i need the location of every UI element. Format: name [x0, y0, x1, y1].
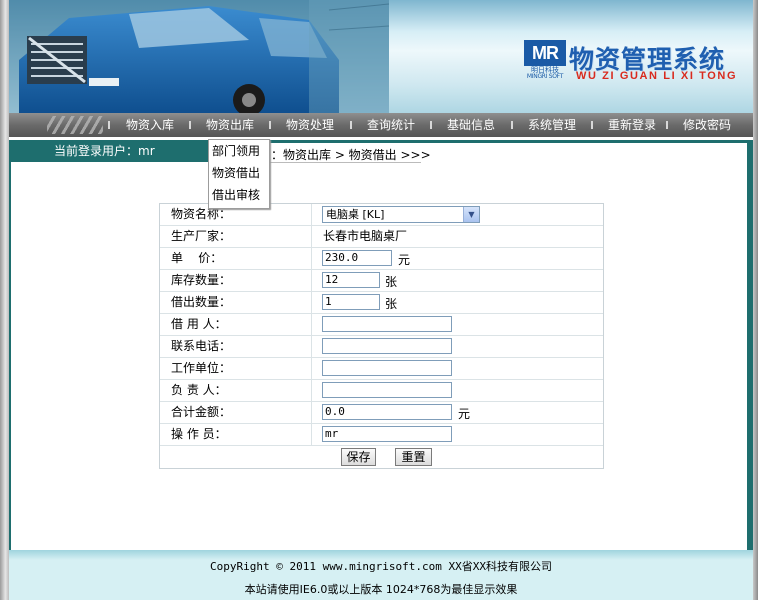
company-logo: MR 明日科技 MINGRI SOFT: [524, 40, 566, 80]
column-divider: [311, 424, 312, 445]
total-amount-field[interactable]: 0.0: [322, 404, 452, 420]
column-divider: [311, 314, 312, 335]
field-label: 操 作 员：: [171, 427, 227, 441]
nav-separator: [430, 121, 432, 129]
user-bar: 当前登录用户：mr 置：物资出库 > 物资借出 >>>: [9, 137, 753, 163]
field-label: 单 价：: [171, 251, 223, 265]
unit-label: 张: [385, 275, 398, 289]
logo-mark: MR: [524, 40, 566, 66]
form-row: 工作单位：: [160, 358, 603, 380]
nav-separator: [591, 121, 593, 129]
field-label: 合计金额：: [171, 405, 232, 419]
field-label: 借出数量：: [171, 295, 232, 309]
reset-button[interactable]: 重置: [395, 448, 432, 466]
nav-item-basic-info[interactable]: 基础信息: [447, 113, 495, 137]
nav-item-stock-out[interactable]: 物资出库: [206, 113, 254, 137]
nav-item-processing[interactable]: 物资处理: [286, 113, 334, 137]
menu-item-lend-out[interactable]: 物资借出: [209, 162, 269, 184]
operator-field[interactable]: mr: [322, 426, 452, 442]
teal-divider: [233, 140, 753, 143]
truck-image: [9, 0, 389, 113]
copyright-text: CopyRight © 2011 www.mingrisoft.com XX省X…: [210, 560, 552, 573]
unit-label: 元: [458, 407, 471, 421]
right-frame-border: [753, 0, 758, 600]
column-divider: [311, 292, 312, 313]
column-divider: [311, 226, 312, 247]
field-label: 工作单位：: [171, 361, 232, 375]
nav-separator: [666, 121, 668, 129]
content-left-border: [9, 162, 11, 550]
manufacturer-value: 长春市电脑桌厂: [323, 229, 408, 243]
content-right-border: [747, 140, 753, 550]
nav-item-change-password[interactable]: 修改密码: [683, 113, 731, 137]
menu-item-lend-review[interactable]: 借出审核: [209, 184, 269, 206]
column-divider: [311, 248, 312, 269]
work-unit-field[interactable]: [322, 360, 452, 376]
form-row: 库存数量： 12 张: [160, 270, 603, 292]
footer: CopyRight © 2011 www.mingrisoft.com XX省X…: [9, 550, 753, 600]
responsible-person-field[interactable]: [322, 382, 452, 398]
current-user-panel: 当前登录用户：mr: [9, 140, 233, 162]
nav-separator: [269, 121, 271, 129]
column-divider: [311, 358, 312, 379]
field-label: 库存数量：: [171, 273, 232, 287]
unit-label: 张: [385, 297, 398, 311]
form-row: 负 责 人：: [160, 380, 603, 402]
form-row: 借 用 人：: [160, 314, 603, 336]
left-frame-border: [0, 0, 9, 600]
nav-separator: [189, 121, 191, 129]
item-name-select[interactable]: 电脑桌 [KL] ▼: [322, 206, 480, 223]
lend-quantity-field[interactable]: 1: [322, 294, 380, 310]
browser-notice-text: 本站请使用IE6.0或以上版本 1024*768为最佳显示效果: [244, 583, 518, 596]
field-label: 负 责 人：: [171, 383, 227, 397]
form-row: 借出数量： 1 张: [160, 292, 603, 314]
form-row: 生产厂家： 长春市电脑桌厂: [160, 226, 603, 248]
save-button[interactable]: 保存: [341, 448, 376, 466]
form-row: 操 作 员： mr: [160, 424, 603, 446]
item-name-selected: 电脑桌 [KL]: [326, 208, 385, 221]
nav-separator: [350, 121, 352, 129]
current-user-label: 当前登录用户：mr: [54, 144, 155, 158]
column-divider: [311, 402, 312, 423]
header-banner: MR 明日科技 MINGRI SOFT 物资管理系统 WU ZI GUAN LI…: [9, 0, 753, 113]
field-label: 生产厂家：: [171, 229, 232, 243]
logo-en-text: MINGRI SOFT: [526, 73, 564, 80]
form-actions: 保存 重置: [160, 446, 603, 468]
field-label: 联系电话：: [171, 339, 232, 353]
form-row: 联系电话：: [160, 336, 603, 358]
column-divider: [311, 204, 312, 225]
column-divider: [311, 336, 312, 357]
form-row: 合计金额： 0.0 元: [160, 402, 603, 424]
nav-item-relogin[interactable]: 重新登录: [608, 113, 656, 137]
nav-decoration: [47, 116, 103, 134]
column-divider: [311, 270, 312, 291]
nav-separator: [108, 121, 110, 129]
lend-out-form: 物资名称： 电脑桌 [KL] ▼ 生产厂家： 长春市电脑桌厂 单 价： 230.…: [159, 203, 604, 469]
nav-item-query-stats[interactable]: 查询统计: [367, 113, 415, 137]
phone-field[interactable]: [322, 338, 452, 354]
unit-price-field[interactable]: 230.0: [322, 250, 392, 266]
stock-quantity-field[interactable]: 12: [322, 272, 380, 288]
field-label: 借 用 人：: [171, 317, 227, 331]
nav-separator: [511, 121, 513, 129]
breadcrumb: 置：物资出库 > 物资借出 >>>: [259, 148, 431, 162]
nav-item-system-admin[interactable]: 系统管理: [528, 113, 576, 137]
stock-out-dropdown: 部门领用 物资借出 借出审核: [208, 139, 270, 209]
main-nav: 物资入库 物资出库 物资处理 查询统计 基础信息 系统管理 重新登录 修改密码: [9, 113, 753, 137]
column-divider: [311, 380, 312, 401]
site-subtitle: WU ZI GUAN LI XI TONG: [576, 70, 738, 82]
nav-item-stock-in[interactable]: 物资入库: [126, 113, 174, 137]
menu-item-department-use[interactable]: 部门领用: [209, 140, 269, 162]
unit-label: 元: [398, 253, 411, 267]
form-row: 单 价： 230.0 元: [160, 248, 603, 270]
chevron-down-icon[interactable]: ▼: [463, 207, 479, 222]
borrower-field[interactable]: [322, 316, 452, 332]
